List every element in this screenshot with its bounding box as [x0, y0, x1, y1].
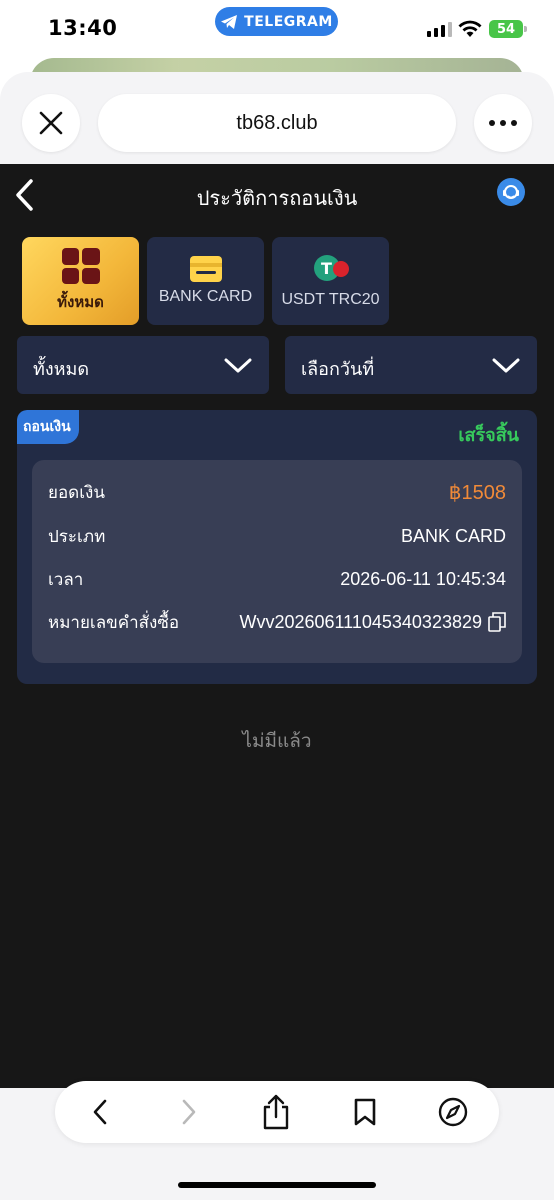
browser-back-button[interactable]: [82, 1094, 118, 1130]
browser-top-bar: tb68.club: [0, 72, 554, 164]
amount-value: ฿1508: [448, 481, 506, 504]
battery-level: 54: [496, 21, 516, 37]
status-bar: 13:40 TELEGRAM 54: [0, 0, 554, 62]
time-row: เวลา 2026-06-11 10:45:34: [48, 567, 506, 591]
type-label: ประเภท: [48, 526, 106, 547]
filter-bar: ทั้งหมด เลือกวันที่: [17, 336, 537, 394]
more-button[interactable]: [474, 94, 532, 152]
telegram-icon: [221, 14, 238, 29]
time-value: 2026-06-11 10:45:34: [340, 568, 506, 589]
usdt-icon: T: [312, 253, 350, 285]
compass-icon: [438, 1097, 468, 1127]
end-of-list-text: ไม่มีแล้ว: [242, 730, 312, 752]
date-filter-select[interactable]: เลือกวันที่: [285, 336, 537, 394]
tab-label: USDT TRC20: [281, 291, 380, 308]
bookmarks-button[interactable]: [347, 1094, 383, 1130]
customer-support-button[interactable]: [497, 178, 525, 206]
share-button[interactable]: [258, 1094, 294, 1130]
back-icon: [93, 1099, 107, 1125]
grid-icon: [61, 248, 100, 284]
time-label: เวลา: [48, 569, 84, 590]
page-title: ประวัติการถอนเงิน: [196, 186, 358, 210]
chevron-down-icon: [492, 358, 520, 373]
share-icon: [263, 1094, 289, 1130]
open-in-safari-button[interactable]: [435, 1094, 471, 1130]
wifi-icon: [458, 20, 482, 37]
order-value-group: Wvv2026061110453403238​29: [239, 612, 506, 633]
support-icon: [503, 185, 519, 199]
forward-icon: [182, 1099, 196, 1125]
chevron-down-icon: [224, 358, 252, 373]
amount-row: ยอดเงิน ฿1508: [48, 480, 506, 504]
app-content: ประวัติการถอนเงิน ทั้งหมด BANK CARD T US…: [0, 164, 554, 1088]
app-header: ประวัติการถอนเงิน: [0, 164, 554, 226]
status-time: 13:40: [48, 16, 118, 40]
browser-forward-button[interactable]: [171, 1094, 207, 1130]
home-indicator: [178, 1182, 376, 1188]
date-filter-value: เลือกวันที่: [301, 359, 375, 380]
tab-label: ทั้งหมด: [57, 294, 104, 311]
tab-bank-card[interactable]: BANK CARD: [147, 237, 264, 325]
tab-usdt-trc20[interactable]: T USDT TRC20: [272, 237, 389, 325]
type-filter-select[interactable]: ทั้งหมด: [17, 336, 269, 394]
more-icon: [489, 120, 517, 126]
card-icon: [189, 256, 222, 282]
tab-all[interactable]: ทั้งหมด: [22, 237, 139, 325]
signal-icon: [427, 22, 452, 37]
badge-label: ถอนเงิน: [23, 419, 71, 435]
browser-toolbar: [55, 1081, 499, 1143]
record-details: ยอดเงิน ฿1508 ประเภท BANK CARD เวลา 2026…: [32, 460, 522, 663]
status-badge: เสร็จสิ้น: [458, 425, 519, 446]
bookmark-icon: [354, 1098, 376, 1126]
order-label: หมายเลขคำสั่งซื้อ: [48, 612, 180, 633]
url-text: tb68.club: [236, 111, 318, 134]
url-bar[interactable]: tb68.club: [98, 94, 456, 152]
copy-icon[interactable]: [488, 612, 506, 632]
order-row: หมายเลขคำสั่งซื้อ Wvv2026061110453403238…: [48, 610, 506, 634]
payment-method-tabs: ทั้งหมด BANK CARD T USDT TRC20: [22, 237, 389, 325]
type-row: ประเภท BANK CARD: [48, 524, 506, 548]
type-filter-value: ทั้งหมด: [33, 359, 90, 380]
transaction-type-badge: ถอนเงิน: [17, 410, 79, 444]
close-button[interactable]: [22, 94, 80, 152]
telegram-return-pill[interactable]: TELEGRAM: [215, 7, 338, 36]
battery-indicator: 54: [489, 20, 527, 38]
tab-label: BANK CARD: [158, 288, 253, 305]
type-value: BANK CARD: [400, 525, 506, 546]
withdrawal-record-card: ถอนเงิน เสร็จสิ้น ยอดเงิน ฿1508 ประเภท B…: [17, 410, 537, 684]
close-icon: [39, 111, 63, 135]
order-value: Wvv2026061110453403238​29: [239, 611, 482, 632]
telegram-label: TELEGRAM: [244, 13, 333, 30]
amount-label: ยอดเงิน: [48, 482, 105, 503]
